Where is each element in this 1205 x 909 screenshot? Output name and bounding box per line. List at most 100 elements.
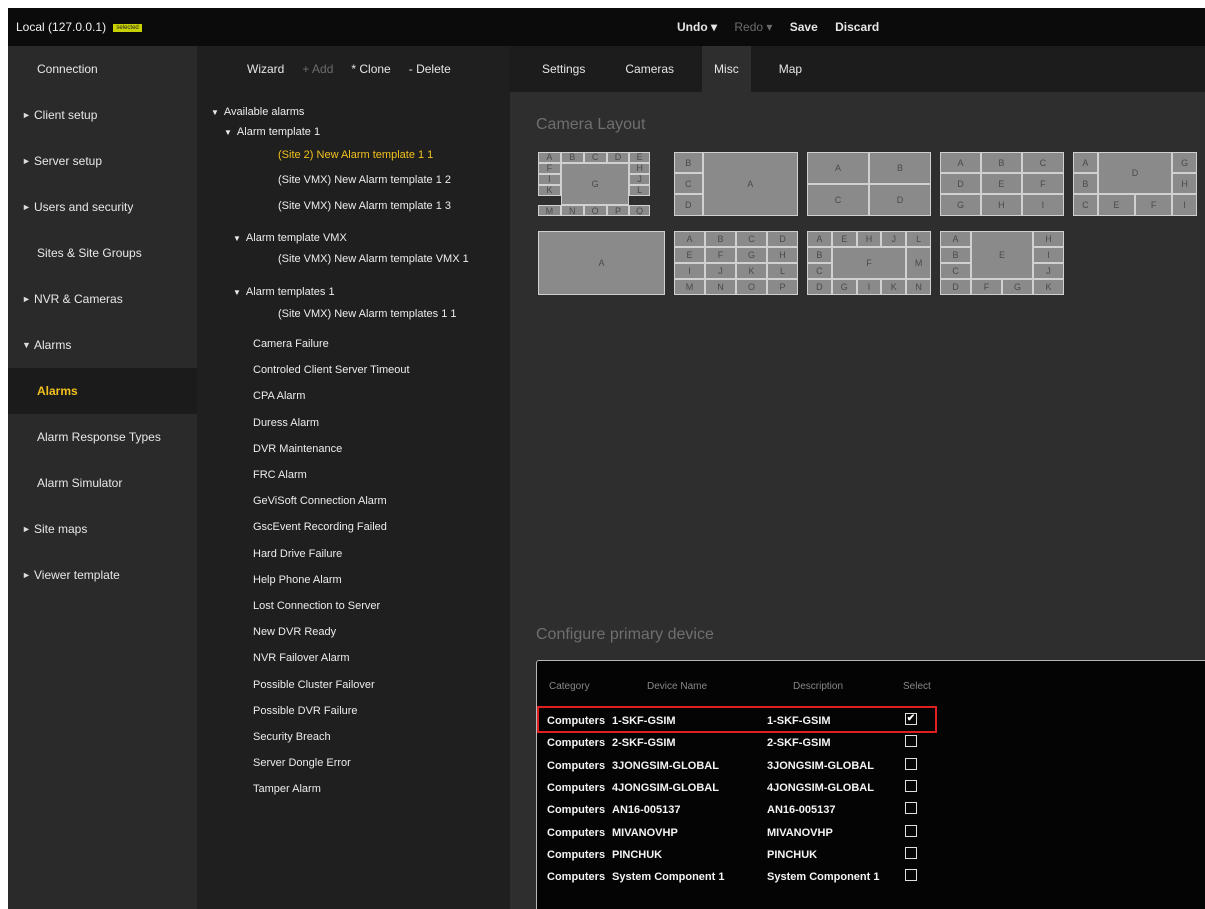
table-row[interactable]: Computers MIVANOVHP MIVANOVHP [547, 823, 947, 844]
layout-cell: A [940, 152, 981, 174]
select-checkbox[interactable] [905, 757, 917, 770]
select-checkbox[interactable] [905, 824, 917, 837]
alarm-list-item[interactable]: NVR Failover Alarm [253, 652, 350, 664]
alarm-list-item[interactable]: Hard Drive Failure [253, 548, 342, 560]
sidebar-item-alarm-simulator[interactable]: Alarm Simulator [8, 460, 197, 506]
alarm-list-item[interactable]: Server Dongle Error [253, 757, 351, 769]
tree-group[interactable]: ▼ Alarm template 1 [224, 126, 320, 138]
tree-item[interactable]: (Site VMX) New Alarm template 1 3 [278, 200, 451, 212]
alarm-list-item[interactable]: Tamper Alarm [253, 783, 321, 795]
camera-layout-title: Camera Layout [536, 116, 646, 133]
camera-layout-option[interactable]: ABCD EFGH IJKL MNOP [674, 231, 798, 295]
collapse-arrow-icon: ▼ [211, 108, 219, 117]
tree-item[interactable]: (Site VMX) New Alarm templates 1 1 [278, 308, 457, 320]
tab-settings[interactable]: Settings [530, 46, 597, 92]
cell-device-name: System Component 1 [612, 871, 725, 884]
camera-layout-option[interactable]: ABCDE F HGI J K L MNOPQ [538, 152, 665, 216]
alarm-list-item[interactable]: GscEvent Recording Failed [253, 521, 387, 533]
alarm-list-item[interactable]: Possible Cluster Failover [253, 679, 375, 691]
alarm-list-item[interactable]: Lost Connection to Server [253, 600, 380, 612]
select-checkbox[interactable] [905, 735, 917, 748]
tree-item[interactable]: (Site VMX) New Alarm template 1 2 [278, 174, 451, 186]
tree-group[interactable]: ▼ Alarm template VMX [233, 232, 347, 244]
select-checkbox[interactable] [905, 802, 917, 815]
alarm-list-item[interactable]: CPA Alarm [253, 390, 305, 402]
layout-cell: B [1073, 173, 1098, 195]
add-button[interactable]: + Add [302, 62, 333, 76]
sidebar-item-connection[interactable]: Connection [8, 46, 197, 92]
column-header-description[interactable]: Description [793, 681, 843, 692]
camera-layout-option[interactable]: ABCD [807, 152, 931, 216]
table-row[interactable]: Computers 1-SKF-GSIM 1-SKF-GSIM ✔ [547, 711, 947, 732]
table-row[interactable]: Computers AN16-005137 AN16-005137 [547, 800, 947, 821]
undo-button[interactable]: Undo ▾ [677, 20, 717, 34]
connection-title[interactable]: Local (127.0.0.1) selected [16, 20, 142, 34]
cell-device-name: 4JONGSIM-GLOBAL [612, 781, 719, 794]
column-header-category[interactable]: Category [549, 681, 590, 692]
camera-layout-option[interactable]: ABC DEF GHI [940, 152, 1064, 216]
camera-layout-option[interactable]: A [538, 231, 665, 295]
save-button[interactable]: Save [790, 20, 818, 34]
tree-item-selected[interactable]: (Site 2) New Alarm template 1 1 [278, 149, 433, 161]
sidebar-item-alarms[interactable]: Alarms [8, 368, 197, 414]
layout-cell: K [736, 263, 767, 279]
sidebar-item-users-security[interactable]: ► Users and security [8, 184, 197, 230]
collapse-arrow-icon: ▼ [224, 128, 232, 137]
camera-layout-option[interactable]: A H BEI C J DFGK [940, 231, 1064, 295]
select-checkbox[interactable] [905, 869, 917, 882]
sidebar-item-alarms-group[interactable]: ▼ Alarms [8, 322, 197, 368]
select-checkbox[interactable] [905, 779, 917, 792]
alarm-list-item[interactable]: GeViSoft Connection Alarm [253, 495, 387, 507]
tree-group[interactable]: ▼ Alarm templates 1 [233, 286, 335, 298]
tree-root[interactable]: ▼ Available alarms [211, 106, 304, 118]
alarm-list-item[interactable]: Possible DVR Failure [253, 705, 358, 717]
layout-cell: A [940, 231, 971, 247]
cell-description: MIVANOVHP [767, 826, 833, 839]
clone-button[interactable]: * Clone [351, 62, 390, 76]
sidebar-item-nvr-cameras[interactable]: ► NVR & Cameras [8, 276, 197, 322]
tree-item[interactable]: (Site VMX) New Alarm template VMX 1 [278, 253, 469, 265]
table-row[interactable]: Computers 2-SKF-GSIM 2-SKF-GSIM [547, 733, 947, 754]
expand-arrow-icon: ► [22, 156, 31, 166]
layout-cell: B [807, 247, 832, 263]
column-header-device-name[interactable]: Device Name [647, 681, 707, 692]
tab-map[interactable]: Map [767, 46, 814, 92]
alarm-list-item[interactable]: Duress Alarm [253, 417, 319, 429]
column-header-select[interactable]: Select [903, 681, 931, 692]
select-checkbox[interactable]: ✔ [905, 713, 917, 725]
table-row[interactable]: Computers 3JONGSIM-GLOBAL 3JONGSIM-GLOBAL [547, 756, 947, 777]
selected-badge: selected [113, 23, 142, 32]
camera-layout-option[interactable]: AEHJL BFM CDGIKN [807, 231, 931, 295]
table-row[interactable]: Computers 4JONGSIM-GLOBAL 4JONGSIM-GLOBAL [547, 778, 947, 799]
tab-cameras[interactable]: Cameras [613, 46, 686, 92]
layout-cell: D [807, 279, 832, 295]
alarm-list-item[interactable]: New DVR Ready [253, 626, 336, 638]
layout-cell: P [606, 205, 630, 216]
camera-layout-option[interactable]: ADG B H CEFI [1073, 152, 1197, 216]
alarm-list-item[interactable]: Controled Client Server Timeout [253, 364, 410, 376]
redo-button[interactable]: Redo ▾ [734, 20, 772, 34]
layout-cell: N [560, 205, 584, 216]
sidebar-item-alarm-response-types[interactable]: Alarm Response Types [8, 414, 197, 460]
layout-cell: L [629, 184, 650, 196]
table-row[interactable]: Computers PINCHUK PINCHUK [547, 845, 947, 866]
layout-cell: C [1021, 152, 1064, 174]
alarm-list-item[interactable]: Camera Failure [253, 338, 329, 350]
sidebar-item-client-setup[interactable]: ► Client setup [8, 92, 197, 138]
sidebar-item-viewer-template[interactable]: ► Viewer template [8, 552, 197, 598]
select-checkbox[interactable] [905, 846, 917, 859]
camera-layout-option[interactable]: BCAD [674, 152, 798, 216]
discard-button[interactable]: Discard [835, 20, 879, 34]
sidebar-item-site-maps[interactable]: ► Site maps [8, 506, 197, 552]
wizard-button[interactable]: Wizard [247, 62, 284, 76]
alarm-list-item[interactable]: Security Breach [253, 731, 331, 743]
alarm-list-item[interactable]: FRC Alarm [253, 469, 307, 481]
alarm-list-item[interactable]: DVR Maintenance [253, 443, 342, 455]
layout-cell: E [1097, 194, 1135, 216]
sidebar-item-sites[interactable]: Sites & Site Groups [8, 230, 197, 276]
tab-misc[interactable]: Misc [702, 46, 751, 92]
sidebar-item-server-setup[interactable]: ► Server setup [8, 138, 197, 184]
delete-button[interactable]: - Delete [409, 62, 451, 76]
alarm-list-item[interactable]: Help Phone Alarm [253, 574, 342, 586]
table-row[interactable]: Computers System Component 1 System Compon… [547, 867, 947, 888]
